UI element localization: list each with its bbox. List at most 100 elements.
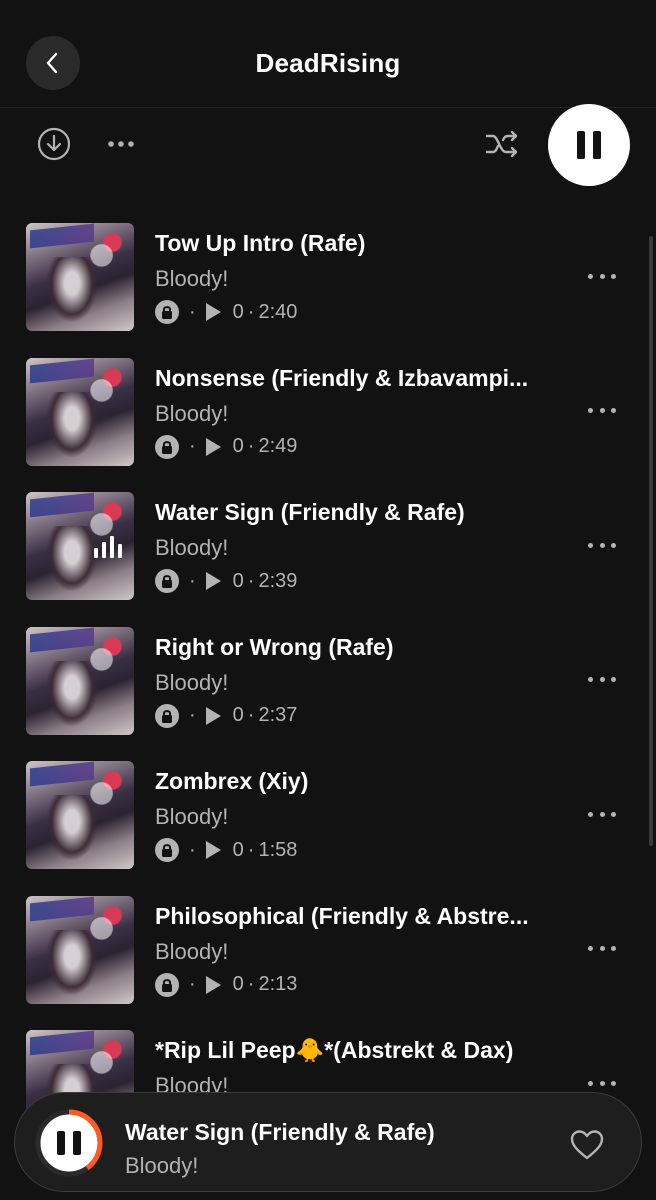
track-duration: 2:39	[258, 569, 298, 592]
separator: ·	[247, 435, 255, 457]
album-art	[26, 223, 134, 331]
track-more-button[interactable]	[588, 1073, 616, 1093]
track-title: Nonsense (Friendly & Izbavampi...	[155, 364, 529, 391]
track-more-button[interactable]	[588, 939, 616, 959]
track-more-button[interactable]	[588, 670, 616, 690]
now-playing-bar[interactable]: Water Sign (Friendly & Rafe) Bloody!	[14, 1092, 642, 1192]
track-meta: · 0 · 2:13	[155, 972, 298, 997]
track-more-button[interactable]	[588, 804, 616, 824]
lock-icon	[155, 300, 179, 324]
more-horizontal-icon	[588, 542, 593, 548]
heart-outline-icon	[570, 1130, 604, 1160]
track-duration: 2:37	[258, 704, 298, 726]
progress-ring	[35, 1109, 103, 1177]
track-row[interactable]: Philosophical (Friendly & Abstre... Blood…	[0, 895, 656, 1005]
separator: ·	[189, 973, 196, 995]
play-count: 0	[232, 569, 244, 592]
download-icon	[37, 127, 71, 161]
track-meta: · 0 · 1:58	[155, 838, 297, 862]
separator: ·	[189, 704, 196, 726]
more-horizontal-icon	[588, 946, 593, 951]
now-playing-equalizer-icon	[94, 536, 122, 558]
play-count-icon	[205, 572, 221, 590]
track-more-button[interactable]	[588, 266, 616, 286]
pause-icon	[577, 131, 601, 159]
track-duration: 2:40	[258, 300, 298, 323]
more-horizontal-icon	[588, 811, 593, 817]
track-title: *Rip Lil Peep🐥*(Abstrekt & Dax)	[155, 1037, 514, 1063]
download-button[interactable]	[36, 126, 72, 162]
play-count: 0	[232, 973, 244, 995]
play-count-icon	[205, 841, 221, 859]
more-horizontal-icon	[588, 677, 593, 682]
track-more-button[interactable]	[588, 535, 616, 555]
like-button[interactable]	[569, 1129, 605, 1161]
track-artist: Bloody!	[155, 266, 229, 291]
track-title: Zombrex (Xiy)	[155, 768, 309, 794]
separator: ·	[247, 569, 255, 592]
now-playing-artist: Bloody!	[125, 1153, 199, 1178]
track-title: Philosophical (Friendly & Abstre...	[155, 902, 529, 929]
pause-icon	[57, 1131, 65, 1155]
lock-icon	[155, 434, 179, 459]
play-pause-button[interactable]	[548, 104, 630, 186]
separator: ·	[247, 704, 255, 726]
track-title: Water Sign (Friendly & Rafe)	[155, 499, 465, 525]
album-art	[26, 895, 134, 1004]
track-row[interactable]: Tow Up Intro (Rafe) Bloody! · 0 · 2:40	[0, 222, 656, 332]
track-artist: Bloody!	[155, 938, 229, 964]
track-row[interactable]: Water Sign (Friendly & Rafe) Bloody! · 0 · 2:…	[0, 491, 656, 601]
more-horizontal-icon	[588, 1080, 593, 1086]
play-count: 0	[232, 704, 244, 726]
lock-icon	[155, 972, 179, 997]
track-row[interactable]: Nonsense (Friendly & Izbavampi... Bloody!…	[0, 357, 656, 467]
track-artist: Bloody!	[155, 669, 229, 695]
separator: ·	[189, 569, 196, 592]
track-meta: · 0 · 2:39	[155, 569, 297, 593]
separator: ·	[247, 300, 255, 323]
scrollbar[interactable]	[649, 236, 653, 846]
track-duration: 2:49	[258, 435, 298, 457]
lock-icon	[155, 569, 179, 593]
track-meta: · 0 · 2:49	[155, 434, 298, 459]
track-title: Right or Wrong (Rafe)	[155, 633, 394, 660]
now-playing-title: Water Sign (Friendly & Rafe)	[125, 1119, 435, 1145]
track-more-button[interactable]	[588, 401, 616, 421]
play-count: 0	[232, 838, 244, 861]
track-artist: Bloody!	[155, 400, 229, 426]
more-horizontal-icon	[588, 408, 593, 413]
play-count: 0	[232, 300, 244, 323]
album-art	[26, 761, 134, 869]
top-bar: DeadRising	[0, 0, 656, 108]
separator: ·	[189, 300, 196, 323]
separator: ·	[189, 838, 196, 861]
separator: ·	[247, 973, 255, 995]
play-count-icon	[205, 975, 221, 994]
track-duration: 1:58	[258, 838, 298, 861]
separator: ·	[189, 435, 196, 457]
more-horizontal-icon	[588, 273, 593, 279]
album-art	[26, 492, 134, 600]
play-count-icon	[205, 303, 221, 321]
separator: ·	[247, 838, 255, 861]
lock-icon	[155, 838, 179, 862]
more-options-button[interactable]	[104, 130, 138, 158]
track-row[interactable]: Zombrex (Xiy) Bloody! · 0 · 1:58	[0, 760, 656, 870]
lock-icon	[155, 703, 179, 728]
track-meta: · 0 · 2:37	[155, 703, 298, 728]
track-row[interactable]: Right or Wrong (Rafe) Bloody! · 0 · 2:37	[0, 626, 656, 736]
track-meta: · 0 · 2:40	[155, 300, 297, 324]
track-artist: Bloody!	[155, 804, 229, 829]
track-artist: Bloody!	[155, 535, 229, 560]
play-count: 0	[232, 435, 244, 457]
shuffle-button[interactable]	[482, 126, 522, 162]
page-title: DeadRising	[255, 48, 401, 78]
track-title: Tow Up Intro (Rafe)	[155, 230, 366, 256]
play-count-icon	[205, 706, 221, 725]
album-art	[26, 357, 134, 466]
play-count-icon	[205, 437, 221, 456]
album-art	[26, 626, 134, 735]
more-horizontal-icon	[108, 141, 134, 147]
shuffle-icon	[485, 130, 518, 158]
track-duration: 2:13	[258, 973, 298, 995]
